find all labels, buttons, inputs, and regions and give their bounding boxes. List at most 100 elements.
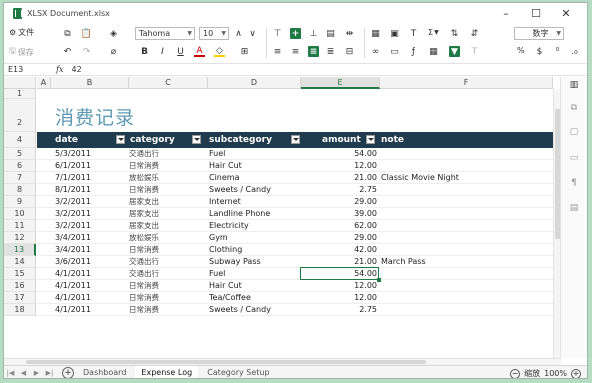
row-header[interactable]: 13 — [4, 244, 36, 256]
column-header[interactable]: E — [301, 77, 380, 89]
cell-note[interactable]: Classic Movie Night — [381, 172, 551, 184]
spreadsheet-grid[interactable]: ABCDEF 1 2 4 5 6 7 8 9 10 11 12 13 14 15 16 17 18 消费记录 d… — [4, 77, 561, 358]
align-right-icon[interactable]: ≡ — [308, 46, 319, 57]
cell-amount[interactable]: 29.00 — [301, 196, 377, 208]
prev-sheet-icon[interactable]: ◀ — [17, 369, 30, 377]
sort-ascending-icon[interactable]: ⇅ — [449, 28, 460, 39]
cell-category[interactable]: 放松娱乐 — [129, 172, 207, 184]
cell-date[interactable]: 3/2/2011 — [55, 208, 127, 220]
next-sheet-icon[interactable]: ▶ — [30, 369, 43, 377]
table-row[interactable]: 3/2/2011 居家支出 Landline Phone 39.00 — [37, 208, 561, 220]
tab-dashboard[interactable]: Dashboard — [77, 366, 132, 378]
cell-category[interactable]: 交通出行 — [129, 256, 207, 268]
cell-category[interactable]: 日常消费 — [129, 244, 207, 256]
cell-note[interactable] — [381, 232, 551, 244]
cell-category[interactable]: 交通出行 — [129, 148, 207, 160]
align-left-icon[interactable]: ≡ — [272, 46, 283, 57]
horizontal-scrollbar[interactable] — [4, 358, 561, 365]
paragraph-panel-icon[interactable]: ¶ — [569, 178, 579, 188]
cell-amount[interactable]: 42.00 — [301, 244, 377, 256]
maximize-button[interactable]: ☐ — [521, 3, 551, 23]
cell-amount[interactable]: 12.00 — [301, 292, 377, 304]
file-menu-button[interactable]: ⚙ 文件 — [9, 27, 34, 38]
row-header[interactable]: 18 — [4, 304, 36, 316]
column-header[interactable]: D — [208, 77, 301, 89]
font-color-button[interactable]: A — [194, 46, 205, 57]
decrease-font-icon[interactable]: ∨ — [247, 28, 258, 39]
cell-amount[interactable]: 2.75 — [301, 184, 377, 196]
copy-icon[interactable]: ⧉ — [62, 28, 73, 39]
minimize-button[interactable]: – — [491, 3, 521, 23]
cell-subcategory[interactable]: Fuel — [209, 268, 297, 280]
align-top-icon[interactable]: ⊤ — [272, 28, 283, 39]
row-header[interactable]: 6 — [4, 160, 36, 172]
table-icon[interactable]: ▦ — [428, 46, 439, 57]
filter-dropdown-amount[interactable] — [366, 135, 375, 144]
cell-category[interactable]: 日常消费 — [129, 292, 207, 304]
cell-note[interactable] — [381, 160, 551, 172]
sort-descending-icon[interactable]: ⇵ — [469, 28, 480, 39]
cell-note[interactable] — [381, 220, 551, 232]
last-sheet-icon[interactable]: ▶| — [43, 369, 56, 377]
currency-icon[interactable]: $ — [534, 46, 545, 57]
row-header[interactable]: 5 — [4, 148, 36, 160]
clear-format-icon[interactable]: ⌀ — [108, 46, 119, 57]
row-header[interactable]: 15 — [4, 268, 36, 280]
cell-category[interactable]: 居家支出 — [129, 220, 207, 232]
cell-subcategory[interactable]: Gym — [209, 232, 297, 244]
align-bottom-icon[interactable]: ⊥ — [308, 28, 319, 39]
table-row[interactable]: 8/1/2011 日常消费 Sweets / Candy 2.75 — [37, 184, 561, 196]
cell-subcategory[interactable]: Internet — [209, 196, 297, 208]
cell-note[interactable] — [381, 304, 551, 316]
cell-date[interactable]: 3/4/2011 — [55, 232, 127, 244]
cell-subcategory[interactable]: Sweets / Candy — [209, 184, 297, 196]
filter-icon[interactable]: ▼ — [449, 46, 460, 57]
font-size-select[interactable]: 10 ▼ — [199, 27, 229, 40]
align-center-icon[interactable]: ≡ — [290, 46, 301, 57]
cell-date[interactable]: 3/4/2011 — [55, 244, 127, 256]
cell-date[interactable]: 3/2/2011 — [55, 196, 127, 208]
paste-icon[interactable]: 📋 — [81, 28, 92, 39]
cell-amount[interactable]: 39.00 — [301, 208, 377, 220]
cell-amount[interactable]: 12.00 — [301, 280, 377, 292]
cell-subcategory[interactable]: Sweets / Candy — [209, 304, 297, 316]
cell-date[interactable]: 3/2/2011 — [55, 220, 127, 232]
justify-icon[interactable]: ≣ — [325, 46, 336, 57]
row-header[interactable]: 1 — [4, 89, 36, 99]
column-header[interactable]: B — [51, 77, 129, 89]
function-icon[interactable]: ƒ — [408, 46, 419, 57]
row-header[interactable]: 12 — [4, 232, 36, 244]
indent-icon[interactable]: ⊟ — [344, 46, 355, 57]
first-sheet-icon[interactable]: |◀ — [4, 369, 17, 377]
cell-amount[interactable]: 29.00 — [301, 232, 377, 244]
cell-date[interactable]: 4/1/2011 — [55, 268, 127, 280]
cell-subcategory[interactable]: Fuel — [209, 148, 297, 160]
undo-icon[interactable]: ↶ — [62, 46, 73, 57]
table-row[interactable]: 5/3/2011 交通出行 Fuel 54.00 — [37, 148, 561, 160]
cell-subcategory[interactable]: Cinema — [209, 172, 297, 184]
sum-button[interactable]: Σ ▼ — [428, 28, 439, 37]
cell-note[interactable] — [381, 184, 551, 196]
cell-category[interactable]: 日常消费 — [129, 184, 207, 196]
table-row[interactable]: 3/2/2011 居家支出 Electricity 62.00 — [37, 220, 561, 232]
cell-date[interactable]: 4/1/2011 — [55, 304, 127, 316]
style-panel-icon[interactable]: ⧉ — [569, 103, 579, 113]
column-header[interactable]: F — [380, 77, 553, 89]
row-header[interactable]: 10 — [4, 208, 36, 220]
cell-note[interactable] — [381, 208, 551, 220]
filter-dropdown-date[interactable] — [116, 135, 125, 144]
save-button[interactable]: 🖫 保存 — [9, 45, 34, 59]
format-painter-icon[interactable]: ◈ — [108, 28, 119, 39]
cell-subcategory[interactable]: Hair Cut — [209, 160, 297, 172]
cell-category[interactable]: 日常消费 — [129, 160, 207, 172]
zoom-value[interactable]: 100% — [544, 369, 567, 378]
row-header[interactable]: 16 — [4, 280, 36, 292]
italic-button[interactable]: I — [157, 46, 168, 57]
cell-category[interactable]: 交通出行 — [129, 268, 207, 280]
cell-subcategory[interactable]: Landline Phone — [209, 208, 297, 220]
table-row[interactable]: 3/4/2011 放松娱乐 Gym 29.00 — [37, 232, 561, 244]
image-panel-icon[interactable]: ▢ — [569, 127, 579, 137]
document-panel-icon[interactable]: ▤ — [569, 203, 579, 213]
cell-note[interactable] — [381, 196, 551, 208]
underline-button[interactable]: U — [175, 46, 186, 57]
